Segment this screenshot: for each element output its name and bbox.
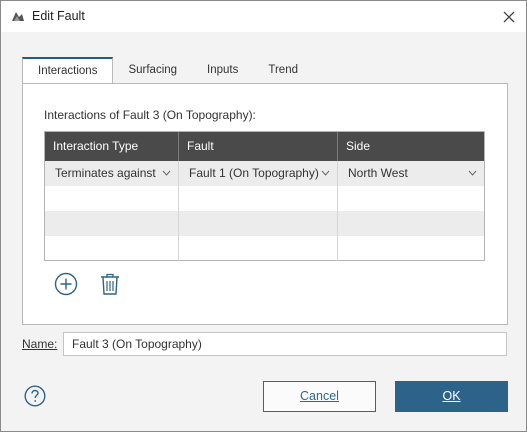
interactions-label: Interactions of Fault 3 (On Topography): — [44, 108, 256, 122]
ok-label: OK — [442, 389, 461, 403]
interaction-type-value: Terminates against — [55, 166, 156, 180]
tab-surfacing[interactable]: Surfacing — [113, 57, 192, 84]
table-header: Interaction Type Fault Side — [45, 132, 484, 161]
table-row[interactable] — [45, 186, 484, 211]
close-button[interactable] — [498, 6, 520, 28]
empty-cell[interactable] — [338, 186, 484, 211]
empty-cell[interactable] — [179, 211, 338, 236]
empty-cell[interactable] — [179, 236, 338, 261]
tab-bar: Interactions Surfacing Inputs Trend — [22, 57, 313, 84]
table-row[interactable] — [45, 211, 484, 236]
name-field[interactable]: Fault 3 (On Topography) — [63, 332, 507, 356]
side-select[interactable]: North West — [338, 161, 484, 186]
fault-value: Fault 1 (On Topography) — [189, 166, 319, 180]
cancel-label: Cancel — [300, 389, 339, 403]
table-row[interactable]: Terminates against Fault 1 (On Topograph… — [45, 161, 484, 186]
table-row[interactable] — [45, 236, 484, 261]
window-title: Edit Fault — [32, 9, 85, 23]
trash-icon — [101, 273, 119, 295]
name-label-text: Name: — [22, 337, 58, 351]
empty-cell[interactable] — [179, 186, 338, 211]
name-label: Name: — [22, 337, 57, 351]
empty-cell[interactable] — [45, 236, 179, 261]
column-header-side[interactable]: Side — [338, 132, 484, 161]
edit-fault-dialog: Edit Fault Interactions Surfacing Inputs… — [0, 0, 527, 432]
ok-button[interactable]: OK — [395, 381, 508, 412]
empty-cell[interactable] — [338, 236, 484, 261]
add-interaction-button[interactable] — [54, 272, 78, 296]
delete-interaction-button[interactable] — [99, 272, 121, 296]
help-button[interactable] — [24, 385, 46, 407]
close-icon — [503, 11, 515, 23]
empty-cell[interactable] — [45, 186, 179, 211]
column-header-fault[interactable]: Fault — [179, 132, 338, 161]
add-circle-icon — [54, 272, 78, 296]
interactions-panel: Interactions of Fault 3 (On Topography):… — [22, 83, 508, 325]
fault-select[interactable]: Fault 1 (On Topography) — [179, 161, 338, 186]
cancel-button[interactable]: Cancel — [263, 381, 376, 412]
tab-inputs[interactable]: Inputs — [192, 57, 253, 84]
side-value: North West — [348, 166, 408, 180]
title-bar[interactable]: Edit Fault — [1, 1, 526, 32]
app-logo-icon — [10, 9, 26, 25]
empty-cell[interactable] — [45, 211, 179, 236]
interactions-table: Interaction Type Fault Side Terminates a… — [44, 131, 485, 261]
tab-trend[interactable]: Trend — [253, 57, 313, 84]
interaction-type-select[interactable]: Terminates against — [45, 161, 179, 186]
tab-interactions[interactable]: Interactions — [22, 57, 114, 84]
help-icon — [24, 385, 46, 407]
empty-cell[interactable] — [338, 211, 484, 236]
column-header-interaction-type[interactable]: Interaction Type — [45, 132, 179, 161]
